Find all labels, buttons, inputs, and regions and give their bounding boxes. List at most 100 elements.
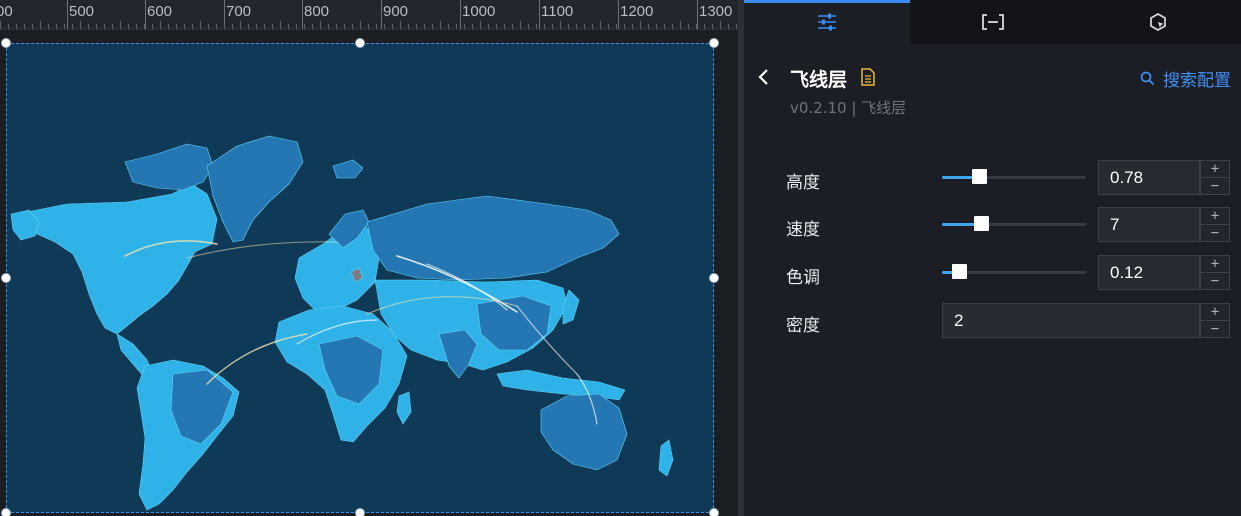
ruler-minor-tick <box>704 24 705 29</box>
ruler-minor-tick <box>408 24 409 29</box>
number-stepper[interactable]: + − <box>1200 160 1230 195</box>
ruler-label: 00 <box>0 3 13 20</box>
search-config-label: 搜索配置 <box>1163 71 1231 91</box>
resize-handle-bottom-right[interactable] <box>709 508 719 516</box>
number-stepper[interactable]: + − <box>1200 207 1230 242</box>
ruler-major-tick <box>618 0 619 29</box>
increment-button[interactable]: + <box>1201 208 1229 225</box>
field-label: 色调 <box>786 268 820 288</box>
ruler-minor-tick <box>344 24 345 29</box>
ruler-minor-tick <box>472 24 473 29</box>
ruler-label: 700 <box>226 3 252 20</box>
panel-tabs <box>744 0 1241 44</box>
ruler-minor-tick <box>368 24 369 29</box>
new-zealand-land <box>658 439 674 477</box>
resize-handle-right[interactable] <box>709 273 719 283</box>
decrement-button[interactable]: − <box>1201 178 1229 194</box>
resize-handle-bottom[interactable] <box>355 508 365 516</box>
ruler-minor-tick <box>208 24 209 29</box>
ruler-major-tick <box>381 0 382 29</box>
ruler-minor-tick <box>656 24 657 29</box>
number-input[interactable]: 0.12 <box>1098 255 1200 290</box>
ruler-minor-tick <box>280 21 281 29</box>
sliders-icon <box>817 13 836 31</box>
ruler-minor-tick <box>320 21 321 29</box>
increment-button[interactable]: + <box>1201 304 1229 321</box>
ruler-minor-tick <box>360 21 361 29</box>
decrement-button[interactable]: − <box>1201 225 1229 241</box>
ruler-label: 1100 <box>541 3 574 20</box>
ruler-minor-tick <box>176 24 177 29</box>
ruler-label: 1300 <box>699 3 733 20</box>
ruler-minor-tick <box>200 21 201 29</box>
ruler-minor-tick <box>544 24 545 29</box>
value-slider[interactable] <box>942 169 1086 184</box>
ruler-minor-tick <box>184 24 185 29</box>
resize-handle-bottom-left[interactable] <box>1 508 11 516</box>
ruler-minor-tick <box>392 24 393 29</box>
number-value: 2 <box>954 310 964 330</box>
slider-thumb[interactable] <box>972 169 988 184</box>
world-map <box>10 135 674 511</box>
resize-handle-left[interactable] <box>1 273 11 283</box>
japan-land <box>562 289 580 325</box>
ruler-minor-tick <box>696 24 697 29</box>
ruler-minor-tick <box>560 21 561 29</box>
ruler-major-tick <box>460 0 461 29</box>
document-icon[interactable] <box>861 68 875 86</box>
value-slider[interactable] <box>942 264 1086 279</box>
ruler-minor-tick <box>96 24 97 29</box>
madagascar-land <box>396 391 412 425</box>
decrement-button[interactable]: − <box>1201 321 1229 337</box>
tab-style[interactable] <box>744 0 910 44</box>
ruler-minor-tick <box>240 21 241 29</box>
flyline-map-component[interactable] <box>6 43 714 513</box>
ruler-minor-tick <box>624 24 625 29</box>
ruler-minor-tick <box>104 24 105 29</box>
number-stepper[interactable]: + − <box>1200 255 1230 290</box>
ruler-gap <box>0 30 742 37</box>
slider-thumb[interactable] <box>973 216 989 231</box>
back-arrow-icon[interactable] <box>756 66 772 88</box>
ruler-minor-tick <box>256 24 257 29</box>
value-slider[interactable] <box>942 216 1086 231</box>
ruler-minor-tick <box>152 24 153 29</box>
increment-button[interactable]: + <box>1201 161 1229 178</box>
resize-handle-top[interactable] <box>355 38 365 48</box>
ruler-minor-tick <box>336 24 337 29</box>
greenland-land <box>206 135 304 243</box>
ruler-minor-tick <box>384 24 385 29</box>
russia-land <box>366 195 620 281</box>
ruler-minor-tick <box>312 24 313 29</box>
number-stepper[interactable]: + − <box>1200 303 1230 338</box>
ruler-minor-tick <box>400 21 401 29</box>
field-label: 密度 <box>786 316 820 336</box>
tab-interaction[interactable] <box>1075 0 1241 44</box>
slider-thumb[interactable] <box>952 264 968 279</box>
canvas-area[interactable]: 00 500 600 700 800 900 1000 1100 1200 1300 <box>0 0 742 516</box>
ruler-minor-tick <box>56 24 57 29</box>
panel-header: 飞线层 搜索配置 v0.2.10 | 飞线层 <box>744 44 1241 134</box>
ruler-minor-tick <box>24 24 25 29</box>
north-america-land <box>26 183 218 335</box>
ruler-major-tick <box>145 0 146 29</box>
tab-data[interactable] <box>910 0 1076 44</box>
ruler-label: 1200 <box>620 3 654 20</box>
resize-handle-top-right[interactable] <box>709 38 719 48</box>
resize-handle-top-left[interactable] <box>1 38 11 48</box>
decrement-button[interactable]: − <box>1201 273 1229 289</box>
ruler-minor-tick <box>584 24 585 29</box>
ruler-minor-tick <box>736 24 737 29</box>
number-input[interactable]: 2 <box>942 303 1200 338</box>
number-input[interactable]: 0.78 <box>1098 160 1200 195</box>
ruler-minor-tick <box>488 24 489 29</box>
increment-button[interactable]: + <box>1201 256 1229 273</box>
ruler-minor-tick <box>224 24 225 29</box>
ruler-minor-tick <box>112 24 113 29</box>
search-config-button[interactable]: 搜索配置 <box>1140 66 1231 91</box>
number-input[interactable]: 7 <box>1098 207 1200 242</box>
ruler-minor-tick <box>440 21 441 29</box>
number-value: 0.78 <box>1110 167 1144 187</box>
search-icon <box>1140 71 1155 86</box>
ruler-minor-tick <box>496 24 497 29</box>
